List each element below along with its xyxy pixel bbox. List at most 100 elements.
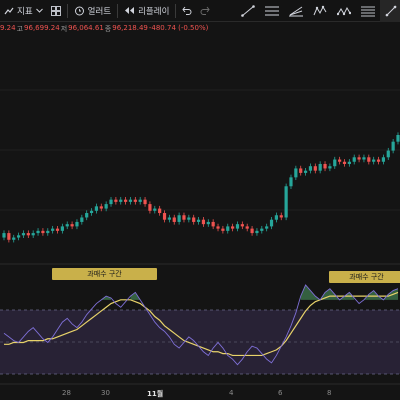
candle-body — [60, 226, 64, 231]
candle-body — [396, 135, 400, 142]
candle-body — [303, 170, 308, 173]
candle-body — [381, 157, 386, 162]
candle-body — [89, 210, 94, 214]
candle-body — [352, 157, 356, 162]
text-line-tool[interactable] — [380, 0, 400, 22]
candle-body — [192, 217, 196, 222]
drawing-tools — [236, 0, 400, 22]
candle-body — [265, 226, 269, 229]
zigzag-tool[interactable] — [308, 0, 332, 22]
trend-line-tool[interactable] — [236, 0, 260, 22]
replay-button[interactable]: 리플레이 — [120, 0, 173, 22]
top-toolbar: 지표 얼러트 리플레이 — [0, 0, 400, 22]
ohlc-high-label: 고 — [16, 25, 24, 33]
candle-body — [333, 159, 337, 167]
candle-body — [85, 213, 89, 218]
ohlc-close-value: 96,218.49 — [112, 24, 148, 32]
candle-body — [114, 199, 118, 202]
candle-body — [7, 233, 11, 240]
candle-body — [196, 219, 201, 222]
candle-body — [260, 228, 264, 231]
text-line-icon — [385, 5, 397, 17]
candle-body — [274, 215, 278, 220]
candle-body — [36, 230, 40, 234]
candle-body — [119, 199, 123, 202]
candle-body — [376, 159, 381, 162]
candle-body — [51, 228, 55, 231]
ray-icon — [289, 5, 303, 17]
pattern-icon — [337, 5, 351, 17]
candle-body — [26, 233, 30, 236]
trend-line-icon — [241, 5, 255, 17]
zigzag-icon — [313, 5, 327, 17]
candle-body — [46, 230, 50, 234]
toolbar-separator — [117, 3, 119, 18]
date-label: 4 — [229, 389, 234, 397]
candle-body — [231, 226, 235, 229]
candle-body — [172, 217, 176, 222]
candle-body — [109, 199, 113, 205]
candle-body — [80, 217, 84, 222]
candle-body — [16, 235, 21, 238]
candle-body — [75, 221, 79, 227]
candle-body — [206, 221, 210, 225]
candle-body — [167, 217, 171, 220]
candle-body — [158, 208, 162, 214]
candle-body — [240, 224, 244, 227]
chart-canvas[interactable] — [0, 0, 400, 400]
indicators-button[interactable]: 지표 — [0, 0, 47, 22]
candle-body — [99, 206, 103, 209]
ohlc-close-label: 종 — [104, 25, 112, 33]
date-label: 30 — [101, 389, 110, 397]
candle-body — [41, 230, 45, 234]
candle-body — [177, 215, 181, 222]
candle-body — [294, 168, 298, 178]
redo-button[interactable] — [196, 0, 214, 22]
candle-body — [12, 237, 16, 240]
layout-grid-icon — [50, 5, 61, 16]
candle-body — [357, 157, 361, 160]
ohlc-low-value: 96,064.61 — [68, 24, 104, 32]
candle-body — [153, 208, 157, 211]
candle-body — [138, 199, 142, 202]
date-label: 6 — [278, 389, 283, 397]
candle-body — [221, 228, 225, 231]
candle-body — [269, 219, 274, 227]
candle-body — [386, 150, 390, 158]
fib-icon — [361, 5, 375, 17]
candle-body — [367, 157, 371, 162]
candle-body — [65, 224, 69, 227]
candle-body — [308, 166, 313, 171]
candle-body — [124, 199, 128, 202]
toolbar-separator — [175, 3, 177, 18]
ohlc-high-value: 96,699.24 — [24, 24, 60, 32]
horizontal-lines-tool[interactable] — [260, 0, 284, 22]
candle-body — [289, 177, 293, 187]
candle-body — [216, 226, 220, 229]
date-label: 11월 — [147, 390, 164, 398]
candle-body — [362, 157, 366, 160]
candle-body — [235, 224, 240, 229]
indicator-icon — [4, 6, 14, 16]
candle-body — [347, 161, 351, 164]
candle-body — [187, 217, 191, 220]
horizontal-lines-icon — [265, 5, 279, 17]
candle-body — [21, 233, 26, 236]
alert-button[interactable]: 얼러트 — [70, 0, 115, 22]
candle-body — [250, 228, 254, 234]
layouts-button[interactable] — [47, 0, 65, 22]
undo-button[interactable] — [178, 0, 196, 22]
fib-tool[interactable] — [356, 0, 380, 22]
candle-body — [372, 159, 376, 162]
candle-body — [31, 233, 35, 236]
chevron-down-icon[interactable] — [35, 8, 43, 13]
ray-tool[interactable] — [284, 0, 308, 22]
candle-body — [182, 215, 186, 220]
candle-body — [279, 215, 283, 218]
pattern-tool[interactable] — [332, 0, 356, 22]
ohlc-open-value: 9.24 — [0, 24, 16, 32]
candle-body — [284, 186, 288, 218]
toolbar-separator — [66, 3, 68, 18]
candle-body — [70, 224, 74, 227]
redo-icon — [200, 6, 211, 15]
